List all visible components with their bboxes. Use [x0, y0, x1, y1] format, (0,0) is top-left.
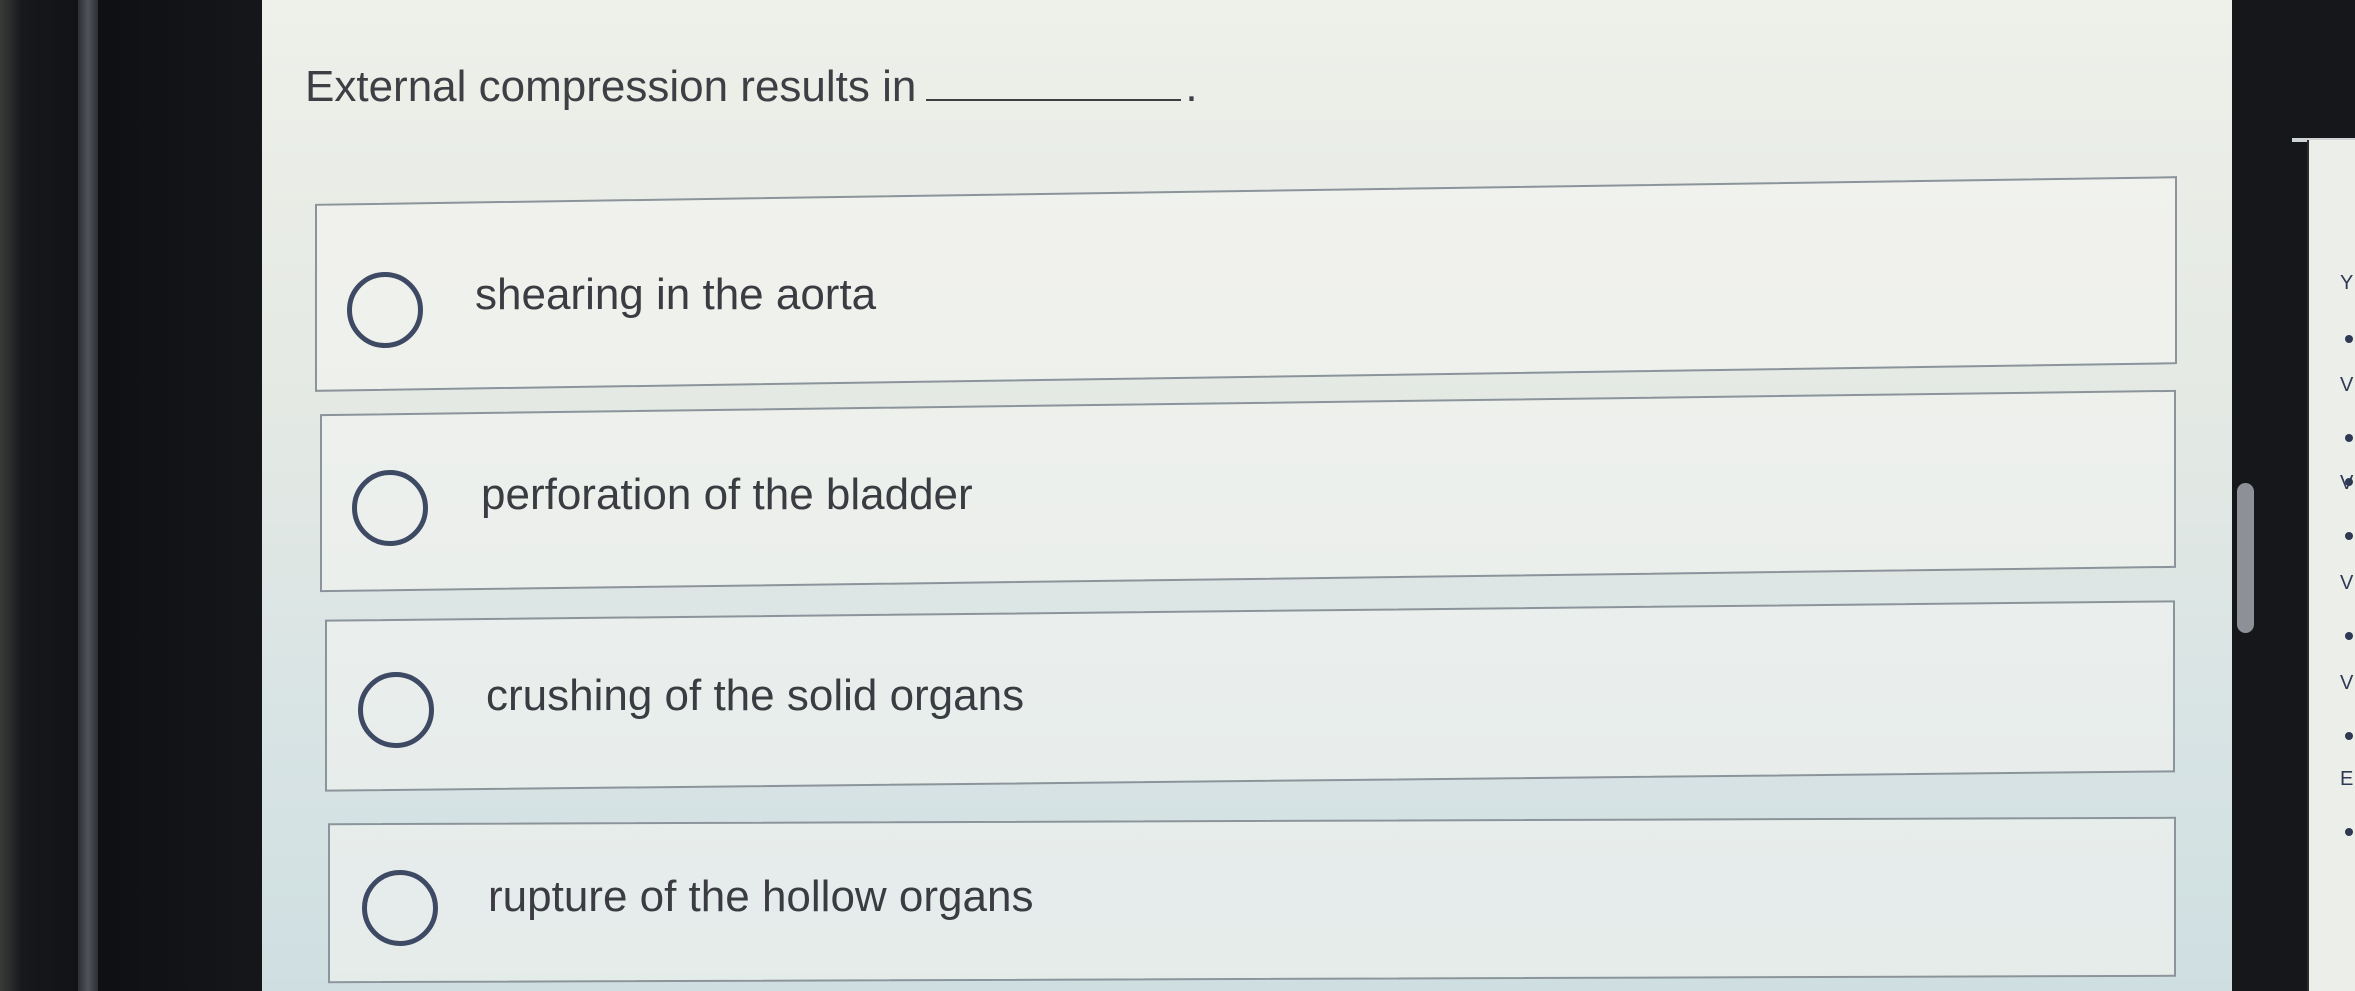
- side-panel-mark-6: E: [2340, 768, 2354, 790]
- answer-option-4-label: rupture of the hollow organs: [488, 872, 1034, 921]
- side-panel-dot: [2345, 828, 2353, 836]
- question-end: .: [1185, 62, 1198, 111]
- side-panel-mark-5: V: [2340, 672, 2354, 694]
- side-panel-dot: [2345, 632, 2353, 640]
- side-panel-dot: [2345, 335, 2353, 343]
- side-panel-mark-4: V: [2340, 572, 2354, 594]
- radio-button-1[interactable]: [347, 272, 423, 348]
- question-text: External compression results in: [305, 62, 917, 111]
- answer-option-2-label: perforation of the bladder: [481, 470, 973, 519]
- side-panel-mark-3: V: [2340, 472, 2354, 494]
- answer-option-1-label: shearing in the aorta: [475, 270, 877, 319]
- answer-option-3-label: crushing of the solid organs: [486, 671, 1025, 720]
- side-panel-mark-1: Y: [2340, 272, 2354, 294]
- monitor-edge: [78, 0, 98, 991]
- side-panel: [2307, 140, 2355, 991]
- radio-button-3[interactable]: [358, 672, 434, 748]
- monitor-bezel-left: [0, 0, 270, 991]
- radio-button-4[interactable]: [362, 870, 438, 946]
- radio-button-2[interactable]: [352, 470, 428, 546]
- scrollbar-thumb[interactable]: [2237, 483, 2254, 633]
- side-panel-dot: [2345, 532, 2353, 540]
- side-panel-mark-2: V: [2340, 374, 2354, 396]
- side-panel-dot: [2345, 434, 2353, 442]
- question-prompt: External compression results in.: [305, 62, 1198, 112]
- side-panel-dot: [2345, 732, 2353, 740]
- answer-blank: [926, 65, 1182, 101]
